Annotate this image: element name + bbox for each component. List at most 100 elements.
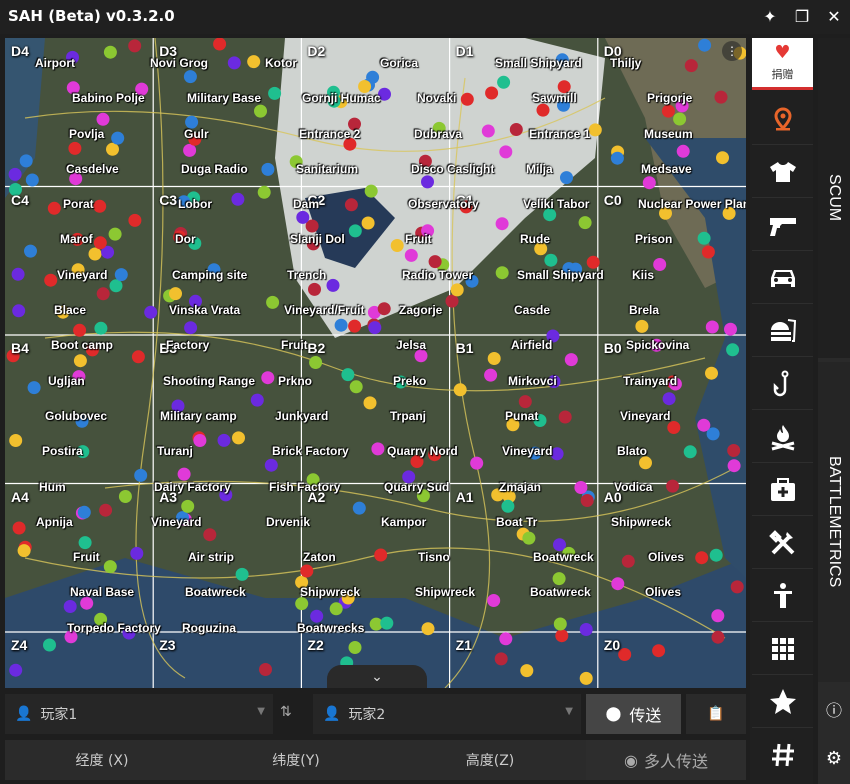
place-label: Brela	[629, 303, 660, 318]
x-coordinate-field[interactable]: 经度 (X)	[5, 740, 199, 780]
map-view[interactable]: D4 D3 D2 D1 D0 C4 C3 C2 C1 C0 B4 B3 B2 B1 B0 A4 A3 A2 A1 A0…	[5, 38, 746, 688]
gear-icon[interactable]: ⚙	[820, 745, 848, 773]
place-label: Casdelve	[66, 161, 119, 176]
z-coordinate-field[interactable]: 高度(Z)	[393, 740, 587, 780]
place-label: Hum	[39, 479, 66, 494]
place-label: Apnija	[36, 514, 73, 529]
place-label: Military Base	[187, 91, 262, 106]
place-label: Shooting Range	[163, 373, 255, 388]
place-label: Sanitarium	[296, 161, 359, 176]
place-label: Duga Radio	[181, 161, 248, 176]
sector-label: C3	[159, 191, 178, 208]
place-label: Golubovec	[45, 408, 108, 423]
player1-select[interactable]: 👤 玩家1 ▼	[5, 694, 273, 734]
control-panel: 👤 玩家1 ▼ ⇅ 👤 玩家2 ▼ ⬤ 传送 📋 经度 (X) 纬度(Y) 高度(…	[0, 690, 750, 784]
place-label: Fish Factory	[269, 479, 341, 494]
chevron-down-icon: ▼	[257, 706, 265, 717]
place-label: Museum	[644, 126, 693, 141]
donate-button[interactable]: ♥ 捐赠	[752, 38, 813, 90]
y-coordinate-field[interactable]: 纬度(Y)	[199, 740, 393, 780]
place-label: Vineyard/Fruit	[284, 303, 365, 318]
place-label: Small Shipyard	[517, 267, 604, 282]
teleport-button[interactable]: ⬤ 传送	[586, 694, 681, 734]
burger-icon	[770, 318, 796, 342]
place-label: Kiis	[632, 267, 655, 282]
place-label: Postira	[42, 444, 83, 459]
chevron-down-icon: ▼	[565, 706, 573, 717]
place-label: Kotor	[265, 56, 297, 70]
place-label: Trench	[287, 267, 327, 282]
tab-scum[interactable]: SCUM	[818, 38, 850, 358]
place-label: Small Shipyard	[495, 56, 582, 70]
sidebar-item-vehicles[interactable]	[752, 252, 813, 304]
sector-label: B1	[455, 340, 474, 356]
sidebar-item-camp[interactable]	[752, 411, 813, 463]
sidebar-item-grid[interactable]	[752, 623, 813, 675]
place-label: Slanji Dol	[290, 232, 345, 247]
sidebar-item-hash[interactable]	[752, 729, 813, 781]
tools-icon	[768, 529, 794, 554]
place-label: Dam	[293, 197, 320, 212]
sidebar-item-weapons[interactable]	[752, 199, 813, 251]
close-icon[interactable]: ✕	[822, 5, 846, 29]
sidebar-item-player[interactable]	[752, 570, 813, 622]
heart-icon: ♥	[774, 42, 791, 63]
sector-label: B0	[603, 340, 622, 356]
pin-icon[interactable]: ✦	[758, 5, 782, 29]
player2-select[interactable]: 👤 玩家2 ▼	[313, 694, 581, 734]
sector-label: D1	[455, 43, 474, 59]
place-label: Observatory	[408, 197, 479, 212]
place-label: Torpedo Factory	[67, 620, 161, 635]
place-label: Olives	[648, 550, 685, 565]
sidebar-item-tools[interactable]	[752, 517, 813, 569]
place-label: Camping site	[172, 267, 248, 282]
sidebar: ♥ 捐赠	[750, 38, 813, 784]
place-label: Prison	[635, 232, 673, 247]
sidebar-item-medical[interactable]	[752, 464, 813, 516]
place-label: Milja	[526, 161, 553, 176]
multi-teleport-label: 多人传送	[643, 752, 708, 771]
place-label: Blace	[54, 303, 87, 318]
place-label: Turanj	[157, 444, 193, 459]
place-label: Junkyard	[275, 408, 329, 423]
info-icon[interactable]: ⓘ	[820, 697, 848, 725]
map-labels: D4 D3 D2 D1 D0 C4 C3 C2 C1 C0 B4 B3 B2 B1 B0 A4 A3 A2 A1 A0…	[5, 38, 746, 688]
place-label: Olives	[645, 585, 682, 600]
sidebar-item-fishing[interactable]	[752, 358, 813, 410]
sidebar-item-food[interactable]	[752, 305, 813, 357]
place-label: Trpanj	[390, 408, 427, 423]
sector-label: D4	[11, 43, 29, 59]
place-label: Prkno	[278, 373, 313, 388]
place-label: Military camp	[160, 408, 237, 423]
clipboard-button[interactable]: 📋	[686, 694, 746, 734]
car-icon	[770, 269, 795, 287]
tab-battlemetrics[interactable]: BATTLEMETRICS	[818, 362, 850, 682]
place-label: Boatwreck	[530, 585, 591, 600]
sidebar-item-favorites[interactable]	[752, 676, 813, 728]
place-label: Boat Tr	[496, 514, 538, 529]
multi-teleport-button[interactable]: ◉ 多人传送	[586, 740, 746, 780]
sidebar-item-clothes[interactable]	[752, 146, 813, 198]
sidebar-item-location[interactable]	[752, 93, 813, 145]
place-label: Vineyard	[57, 267, 108, 282]
place-label: Entrance 1	[529, 126, 591, 141]
place-label: Prigorje	[647, 91, 693, 106]
place-label: Vineyard	[620, 408, 671, 423]
x-label: 经度 (X)	[75, 753, 129, 769]
titlebar: SAH (Beta) v0.3.2.0 ✦ ❐ ✕	[0, 0, 850, 34]
place-label: Airport	[35, 56, 75, 70]
sector-label: Z4	[11, 637, 28, 653]
place-label: Fruit	[405, 232, 432, 247]
place-label: Shipwreck	[300, 585, 361, 600]
place-label: Dubrava	[414, 126, 463, 141]
place-label: Sawmill	[532, 91, 577, 106]
map-menu-icon[interactable]: ⋮	[722, 41, 742, 61]
place-label: Drvenik	[266, 514, 311, 529]
sector-label: Z1	[455, 637, 472, 653]
restore-icon[interactable]: ❐	[790, 5, 814, 29]
swap-players-icon[interactable]: ⇅	[280, 704, 292, 720]
place-label: Zagorje	[399, 303, 443, 318]
place-label: Ugljan	[48, 373, 85, 388]
collapse-panel-button[interactable]: ⌄	[327, 665, 427, 688]
place-label: Gulr	[184, 126, 209, 141]
